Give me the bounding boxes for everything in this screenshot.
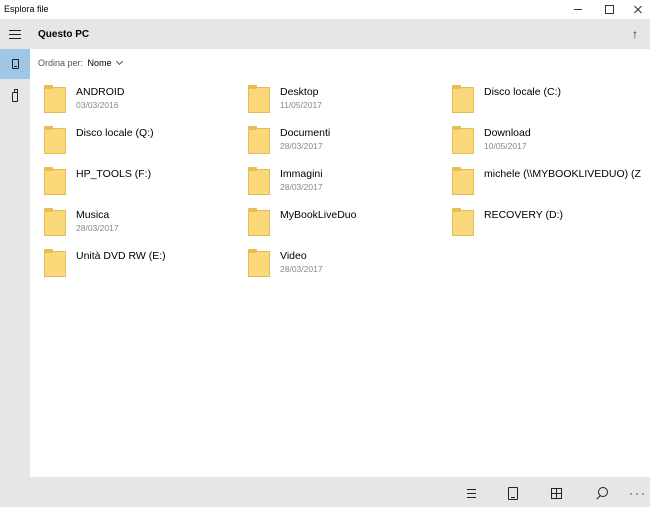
folder-item[interactable]: MyBookLiveDuo [248, 208, 448, 242]
folder-icon [452, 126, 474, 154]
title-bar: Esplora file [0, 0, 650, 19]
arrow-up-icon: ↑ [632, 27, 638, 41]
drive-item[interactable]: HP_TOOLS (F:) [44, 167, 244, 201]
close-button[interactable] [622, 0, 650, 19]
drive-item[interactable]: RECOVERY (D:) [452, 208, 650, 242]
device-icon [11, 59, 19, 69]
sort-value: Nome [87, 58, 112, 68]
item-date: 03/03/2016 [76, 100, 119, 110]
folder-item[interactable]: Download 10/05/2017 [452, 126, 650, 160]
item-name: Unità DVD RW (E:) [76, 250, 166, 262]
folder-icon [452, 167, 474, 195]
folder-icon [44, 167, 66, 195]
location-header: Questo PC ↑ [30, 19, 650, 49]
item-name: Desktop [280, 86, 319, 98]
usb-drive-icon [12, 89, 18, 102]
folder-icon [248, 208, 270, 236]
maximize-button[interactable] [593, 0, 625, 19]
list-view-icon [464, 488, 476, 498]
item-date: 28/03/2017 [280, 182, 323, 192]
folder-item[interactable]: Video 28/03/2017 [248, 249, 448, 283]
device-button[interactable] [502, 483, 524, 503]
item-name: Documenti [280, 127, 331, 139]
item-name: Disco locale (Q:) [76, 127, 154, 139]
list-view-button[interactable] [459, 483, 481, 503]
item-name: MyBookLiveDuo [280, 209, 357, 221]
grid-view-icon [550, 487, 562, 499]
folder-icon [44, 208, 66, 236]
drive-item[interactable]: Disco locale (Q:) [44, 126, 244, 160]
folder-icon [248, 85, 270, 113]
drive-item[interactable]: Disco locale (C:) [452, 85, 650, 119]
folder-icon [44, 85, 66, 113]
more-icon: ··· [629, 486, 647, 500]
folder-icon [44, 249, 66, 277]
drive-item[interactable]: Unità DVD RW (E:) [44, 249, 244, 283]
item-date: 28/03/2017 [280, 141, 323, 151]
sort-label: Ordina per: [38, 58, 84, 68]
hamburger-icon [9, 29, 21, 39]
hamburger-menu-button[interactable] [0, 19, 30, 49]
item-date: 11/05/2017 [280, 100, 322, 110]
folder-item[interactable]: Musica 28/03/2017 [44, 208, 244, 242]
folder-icon [452, 85, 474, 113]
chevron-down-icon [116, 57, 124, 66]
sort-dropdown[interactable]: Ordina per: Nome [38, 57, 124, 68]
folder-item[interactable]: Desktop 11/05/2017 [248, 85, 448, 119]
folder-item[interactable]: Immagini 28/03/2017 [248, 167, 448, 201]
folder-icon [248, 249, 270, 277]
item-date: 10/05/2017 [484, 141, 527, 151]
item-name: Musica [76, 209, 110, 221]
up-button[interactable]: ↑ [626, 25, 644, 43]
folder-item[interactable]: ANDROID 03/03/2016 [44, 85, 244, 119]
item-name: Video [280, 250, 307, 262]
item-name: Disco locale (C:) [484, 86, 562, 98]
item-name: Download [484, 127, 531, 139]
device-icon [508, 486, 518, 500]
item-name: ANDROID [76, 86, 125, 98]
item-name: michele (\\MYBOOKLIVEDUO) (Z [484, 168, 641, 180]
item-date: 28/03/2017 [280, 264, 323, 274]
more-button[interactable]: ··· [627, 483, 649, 503]
network-drive-item[interactable]: michele (\\MYBOOKLIVEDUO) (Z [452, 167, 648, 201]
folder-item[interactable]: Documenti 28/03/2017 [248, 126, 448, 160]
search-icon [597, 486, 608, 497]
minimize-button[interactable] [562, 0, 594, 19]
nav-usb-drive-button[interactable] [0, 81, 30, 111]
command-bar: ··· [30, 477, 650, 507]
item-name: HP_TOOLS (F:) [76, 168, 152, 180]
grid-view-button[interactable] [545, 483, 567, 503]
item-name: RECOVERY (D:) [484, 209, 563, 221]
item-date: 28/03/2017 [76, 223, 119, 233]
folder-icon [44, 126, 66, 154]
left-navigation-rail [0, 19, 30, 507]
search-button[interactable] [590, 483, 612, 503]
page-title: Questo PC [38, 29, 90, 40]
item-name: Immagini [280, 168, 323, 180]
window-title: Esplora file [4, 4, 49, 14]
folder-icon [248, 167, 270, 195]
folder-icon [248, 126, 270, 154]
nav-this-pc-button[interactable] [0, 49, 30, 79]
folder-icon [452, 208, 474, 236]
